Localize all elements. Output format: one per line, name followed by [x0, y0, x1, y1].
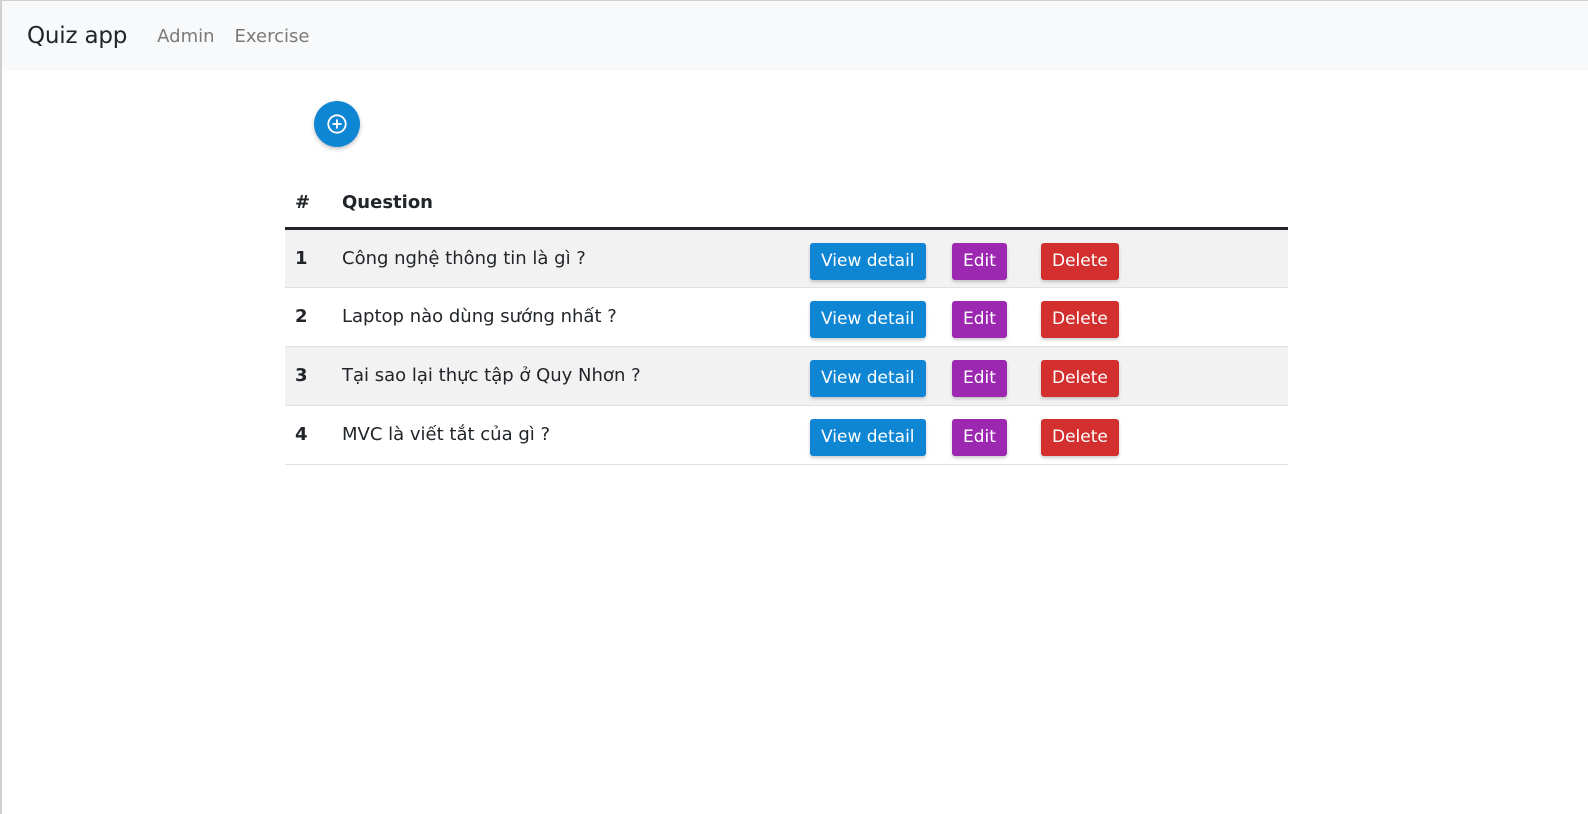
row-question: Laptop nào dùng sướng nhất ?: [342, 287, 810, 347]
row-number: 2: [285, 287, 342, 347]
edit-button[interactable]: Edit: [952, 301, 1007, 338]
row-number: 4: [285, 405, 342, 465]
table-row: 3 Tại sao lại thực tập ở Quy Nhơn ? View…: [285, 346, 1288, 406]
delete-button[interactable]: Delete: [1041, 301, 1119, 338]
row-question: Tại sao lại thực tập ở Quy Nhơn ?: [342, 346, 810, 406]
edit-button[interactable]: Edit: [952, 360, 1007, 397]
view-detail-button[interactable]: View detail: [810, 419, 926, 456]
brand-link[interactable]: Quiz app: [27, 23, 127, 49]
delete-button[interactable]: Delete: [1041, 360, 1119, 397]
questions-table: # Question 1 Công nghệ thông tin là gì ?…: [285, 178, 1288, 465]
table-row: 1 Công nghệ thông tin là gì ? View detai…: [285, 228, 1288, 288]
header-empty: [1041, 178, 1288, 230]
row-number: 3: [285, 346, 342, 406]
edit-button[interactable]: Edit: [952, 419, 1007, 456]
row-question: MVC là viết tắt của gì ?: [342, 405, 810, 465]
delete-button[interactable]: Delete: [1041, 419, 1119, 456]
view-detail-button[interactable]: View detail: [810, 301, 926, 338]
edit-button[interactable]: Edit: [952, 242, 1007, 280]
row-question: Công nghệ thông tin là gì ?: [342, 228, 810, 288]
navbar: Quiz app Admin Exercise: [2, 1, 1588, 71]
table-row: 2 Laptop nào dùng sướng nhất ? View deta…: [285, 287, 1288, 347]
delete-button[interactable]: Delete: [1041, 242, 1119, 280]
header-empty: [952, 178, 1041, 230]
table-header-row: # Question: [285, 178, 1288, 230]
table-row: 4 MVC là viết tắt của gì ? View detail E…: [285, 405, 1288, 465]
row-number: 1: [285, 228, 342, 288]
header-empty: [810, 178, 952, 230]
add-question-button[interactable]: [314, 101, 360, 147]
header-question: Question: [342, 178, 810, 230]
plus-circle-icon: [327, 114, 347, 134]
nav-link-exercise[interactable]: Exercise: [235, 26, 310, 47]
nav-link-admin[interactable]: Admin: [157, 26, 214, 47]
view-detail-button[interactable]: View detail: [810, 360, 926, 397]
header-number: #: [285, 178, 342, 230]
view-detail-button[interactable]: View detail: [810, 242, 926, 280]
